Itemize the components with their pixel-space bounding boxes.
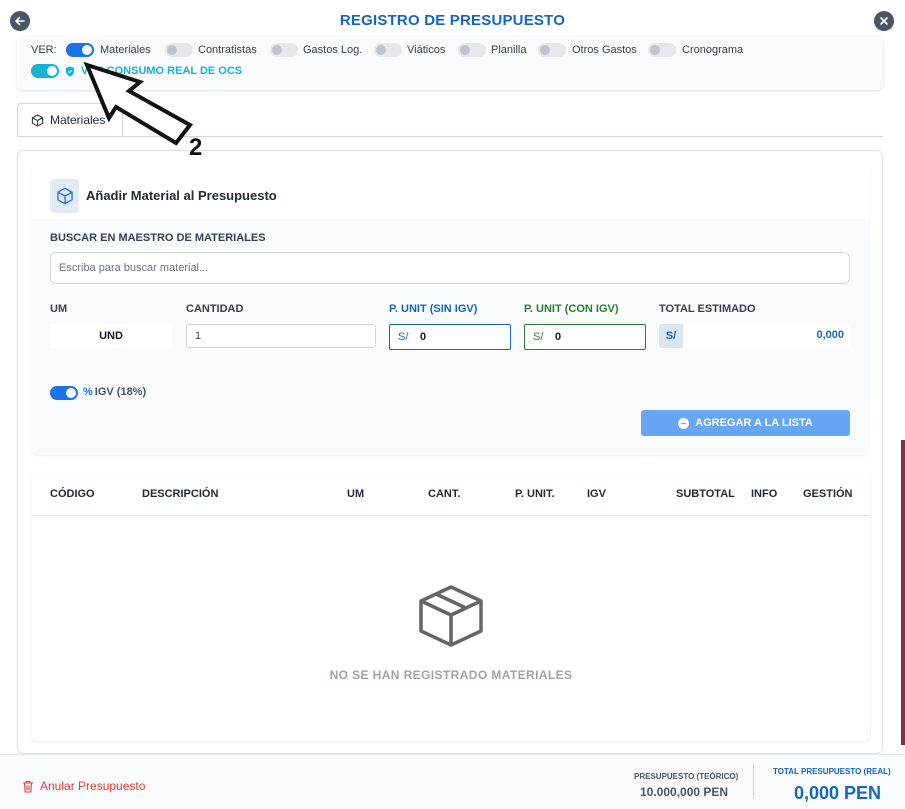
toggle-consumo-real[interactable] (31, 64, 59, 78)
total-estimado-label: TOTAL ESTIMADO (659, 303, 756, 315)
add-material-title: Añadir Material al Presupuesto (86, 188, 277, 203)
toggle-gastos-log[interactable] (270, 43, 298, 57)
empty-state-text: NO SE HAN REGISTRADO MATERIALES (329, 668, 573, 682)
column-header-punit: P. UNIT. (515, 488, 555, 500)
pointer-arrow-icon (83, 61, 194, 146)
toggle-cronograma[interactable] (648, 43, 676, 57)
punit-sin-igv-label: P. UNIT (SIN IGV) (389, 303, 478, 315)
toggle-otros-gastos[interactable] (538, 43, 566, 57)
toggle-planilla[interactable] (458, 43, 486, 57)
table-header: CÓDIGO DESCRIPCIÓN UM CANT. P. UNIT. IGV… (32, 473, 870, 516)
search-label: BUSCAR EN MAESTRO DE MATERIALES (50, 232, 266, 244)
add-material-header: Añadir Material al Presupuesto (32, 165, 870, 219)
page-title: REGISTRO DE PRESUPUESTO (339, 12, 566, 29)
toggle-contratistas[interactable] (165, 43, 193, 57)
cube-icon (56, 187, 73, 205)
toggle-materiales[interactable] (66, 43, 94, 57)
material-search-input[interactable]: Escriba para buscar material... (50, 252, 850, 284)
column-header-cant: CANT. (428, 488, 461, 500)
column-header-descripcion: DESCRIPCIÓN (142, 488, 219, 500)
punit-con-igv-input[interactable]: S/ 0 (524, 324, 646, 350)
modal-footer: Anular Presupuesto PRESUPUESTO (TEÓRICO)… (0, 754, 905, 809)
column-header-igv: IGV (587, 488, 606, 500)
presupuesto-teorico-label: PRESUPUESTO (TEÓRICO) (634, 772, 739, 781)
footer-divider (753, 765, 754, 799)
punit-con-igv-label: P. UNIT (CON IGV) (524, 303, 619, 315)
column-header-codigo: CÓDIGO (50, 488, 95, 500)
toggle-igv[interactable] (50, 386, 78, 400)
trash-icon (23, 780, 33, 793)
um-label: UM (50, 303, 68, 315)
um-value: UND (50, 324, 172, 348)
currency-symbol: S/ (659, 324, 683, 348)
empty-box-icon (419, 585, 483, 647)
cube-icon-box (50, 179, 79, 213)
percent-icon: % (83, 386, 93, 398)
cantidad-input[interactable]: 1 (186, 324, 376, 348)
punit-sin-igv-input[interactable]: S/ 0 (389, 324, 511, 350)
currency-symbol: S/ (398, 331, 409, 343)
budget-modal: REGISTRO DE PRESUPUESTO VER: Materiales … (0, 0, 905, 809)
column-header-info: INFO (751, 488, 778, 500)
annul-budget-button[interactable]: Anular Presupuesto (22, 779, 145, 793)
materials-table: CÓDIGO DESCRIPCIÓN UM CANT. P. UNIT. IGV… (32, 473, 870, 741)
filter-label-materiales: Materiales (100, 44, 151, 56)
presupuesto-teorico-value: 10.000,000 PEN (640, 785, 729, 799)
punit-con-igv-value: 0 (555, 331, 562, 343)
add-to-list-label: AGREGAR A LA LISTA (695, 417, 813, 429)
minus-circle-icon (678, 417, 690, 429)
igv-label-text: IGV (18%) (94, 386, 147, 398)
filter-label-gastos-log: Gastos Log. (303, 44, 363, 56)
filter-label-cronograma: Cronograma (682, 44, 744, 56)
filter-label-contratistas: Contratistas (198, 44, 257, 56)
add-material-card: Añadir Material al Presupuesto BUSCAR EN… (32, 165, 870, 455)
ver-label: VER: (31, 44, 57, 56)
cantidad-label: CANTIDAD (186, 303, 244, 315)
column-header-gestion: GESTIÓN (803, 488, 853, 500)
currency-symbol: S/ (533, 331, 544, 343)
filter-label-otros-gastos: Otros Gastos (572, 44, 637, 56)
annul-budget-label: Anular Presupuesto (40, 779, 146, 793)
annotation-step-number: 2 (189, 134, 203, 161)
total-estimado-field: S/ 0,000 (659, 324, 850, 348)
add-to-list-button[interactable]: AGREGAR A LA LISTA (641, 410, 850, 436)
close-button[interactable] (874, 11, 894, 31)
total-estimado-value: 0,000 (816, 329, 844, 341)
close-icon (880, 17, 888, 25)
igv-label: % IGV (18%) (83, 386, 146, 398)
cube-icon (31, 113, 44, 127)
total-presupuesto-real-label: TOTAL PRESUPUESTO (REAL) (773, 767, 891, 776)
total-presupuesto-real-value: 0,000 PEN (794, 783, 882, 803)
column-header-subtotal: SUBTOTAL (676, 488, 735, 500)
filter-label-viaticos: Viáticos (407, 44, 446, 56)
punit-sin-igv-value: 0 (420, 331, 427, 343)
filter-label-planilla: Planilla (491, 44, 527, 56)
shield-icon (66, 66, 74, 77)
scrollbar-accent (901, 440, 905, 745)
column-header-um: UM (347, 488, 365, 500)
toggle-viaticos[interactable] (374, 43, 402, 57)
